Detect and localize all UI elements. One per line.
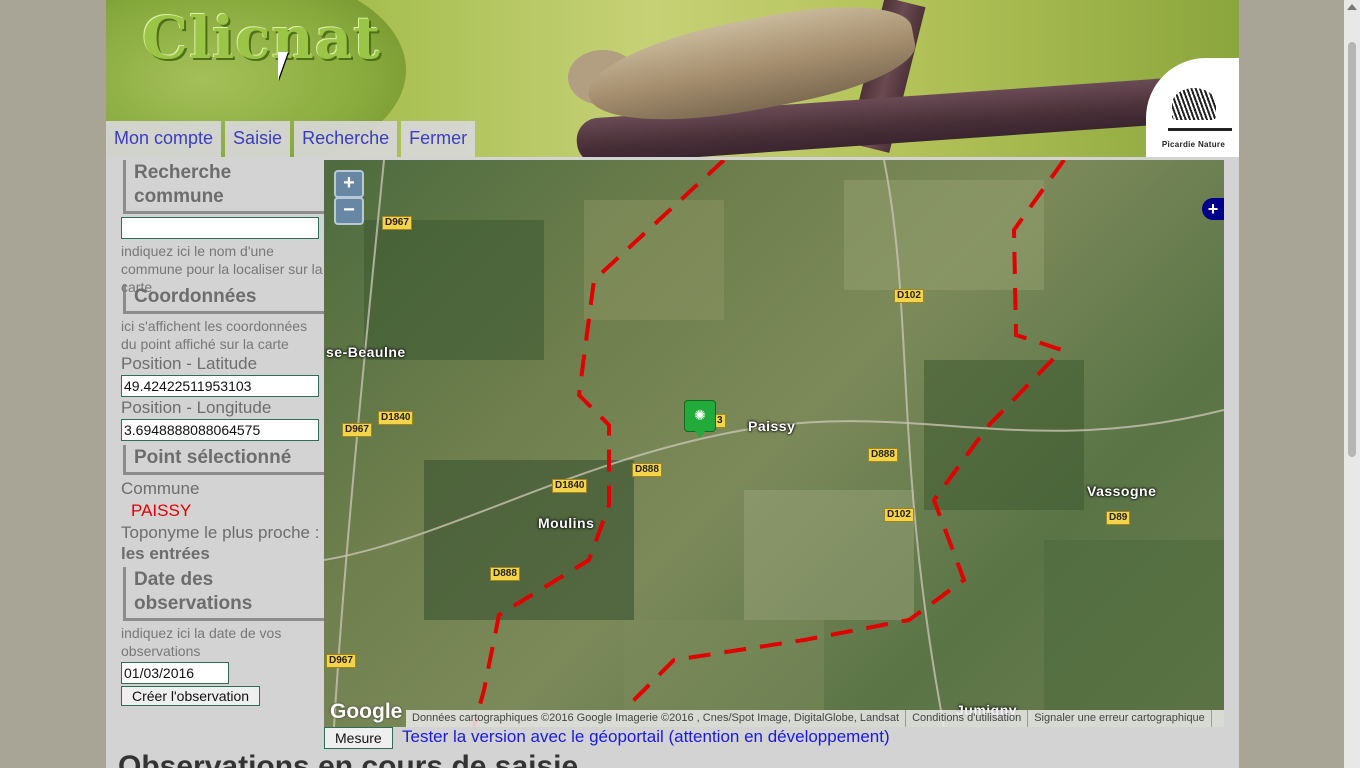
map-imagery <box>324 160 1224 727</box>
commune-value: PAISSY <box>131 501 192 520</box>
road-label: D1840 <box>378 411 414 425</box>
clicnat-marker-icon: ✺ <box>694 407 706 423</box>
mesure-button[interactable]: Mesure <box>324 727 393 749</box>
mouse-cursor-icon <box>278 52 296 80</box>
report-error-link[interactable]: Signaler une erreur cartographique <box>1028 710 1212 727</box>
road-label: D102 <box>884 508 914 522</box>
map-viewport[interactable]: + − + se-Beaulne Paissy Moulins Vassogne… <box>324 160 1224 727</box>
road-label: D888 <box>868 448 898 462</box>
terms-link[interactable]: Conditions d'utilisation <box>906 710 1029 727</box>
date-field[interactable] <box>121 662 229 684</box>
coordonnees-help: ici s'affichent les coordonnées du point… <box>121 318 308 352</box>
road-label: D967 <box>326 654 356 668</box>
road-label: D888 <box>490 567 520 581</box>
header-banner: Clicnat Picardie Nature Mon compte Saisi… <box>106 0 1239 157</box>
road-label: D102 <box>894 289 924 303</box>
latitude-field[interactable] <box>121 375 319 397</box>
scrollbar-thumb[interactable] <box>1348 42 1356 457</box>
tab-recherche[interactable]: Recherche <box>294 121 398 157</box>
attribution-data: Données cartographiques ©2016 Google Ima… <box>406 710 907 727</box>
create-observation-button[interactable]: Créer l'observation <box>121 686 261 706</box>
toponyme-label: Toponyme le plus proche : <box>121 523 320 542</box>
place-label: Paissy <box>748 418 796 434</box>
commune-search-input[interactable] <box>121 217 319 239</box>
tab-fermer[interactable]: Fermer <box>401 121 476 157</box>
sidebar: Recherche commune indiquez ici le nom d'… <box>121 160 324 706</box>
commune-label: Commune <box>121 479 200 498</box>
date-help: indiquez ici la date de vos observations <box>121 625 282 659</box>
place-label: Moulins <box>538 515 595 531</box>
zoom-out-button[interactable]: − <box>334 197 364 225</box>
place-label: Vassogne <box>1087 483 1157 499</box>
hedgehog-icon <box>1172 88 1216 120</box>
clicnat-logo[interactable]: Clicnat <box>142 4 381 72</box>
main-tabs: Mon compte Saisie Recherche Fermer <box>106 121 476 157</box>
scroll-up-icon[interactable] <box>1347 4 1357 10</box>
point-selectionne-title: Point sélectionné <box>123 445 324 475</box>
page: Clicnat Picardie Nature Mon compte Saisi… <box>106 0 1239 768</box>
date-observations-title: Date des observations <box>123 567 324 621</box>
org-name: Picardie Nature <box>1161 140 1226 149</box>
latitude-label: Position - Latitude <box>121 354 258 373</box>
road-label: D967 <box>382 216 412 230</box>
tab-mon-compte[interactable]: Mon compte <box>106 121 222 157</box>
picardie-nature-logo[interactable]: Picardie Nature <box>1146 58 1239 157</box>
page-scrollbar[interactable] <box>1344 0 1360 768</box>
layer-switcher-button[interactable]: + <box>1202 198 1224 220</box>
coordonnees-title: Coordonnées <box>123 284 324 314</box>
road-label: D888 <box>632 463 662 477</box>
tab-saisie[interactable]: Saisie <box>225 121 291 157</box>
observations-title: Observations en cours de saisie <box>118 750 579 768</box>
road-label: D1840 <box>552 479 588 493</box>
road-label: D89 <box>1106 511 1131 525</box>
geoportail-link[interactable]: Tester la version avec le géoportail (at… <box>402 727 890 747</box>
road-label: D967 <box>342 423 372 437</box>
longitude-label: Position - Longitude <box>121 398 272 417</box>
place-label: se-Beaulne <box>326 344 406 360</box>
logo-divider <box>1168 128 1232 131</box>
toponyme-value: les entrées <box>121 544 210 563</box>
longitude-field[interactable] <box>121 419 319 441</box>
recherche-commune-title: Recherche commune <box>123 160 324 214</box>
map-attribution: Données cartographiques ©2016 Google Ima… <box>406 710 1224 727</box>
zoom-in-button[interactable]: + <box>334 170 364 198</box>
google-logo: Google <box>330 700 403 723</box>
selected-point-marker[interactable]: ✺ <box>684 400 716 438</box>
